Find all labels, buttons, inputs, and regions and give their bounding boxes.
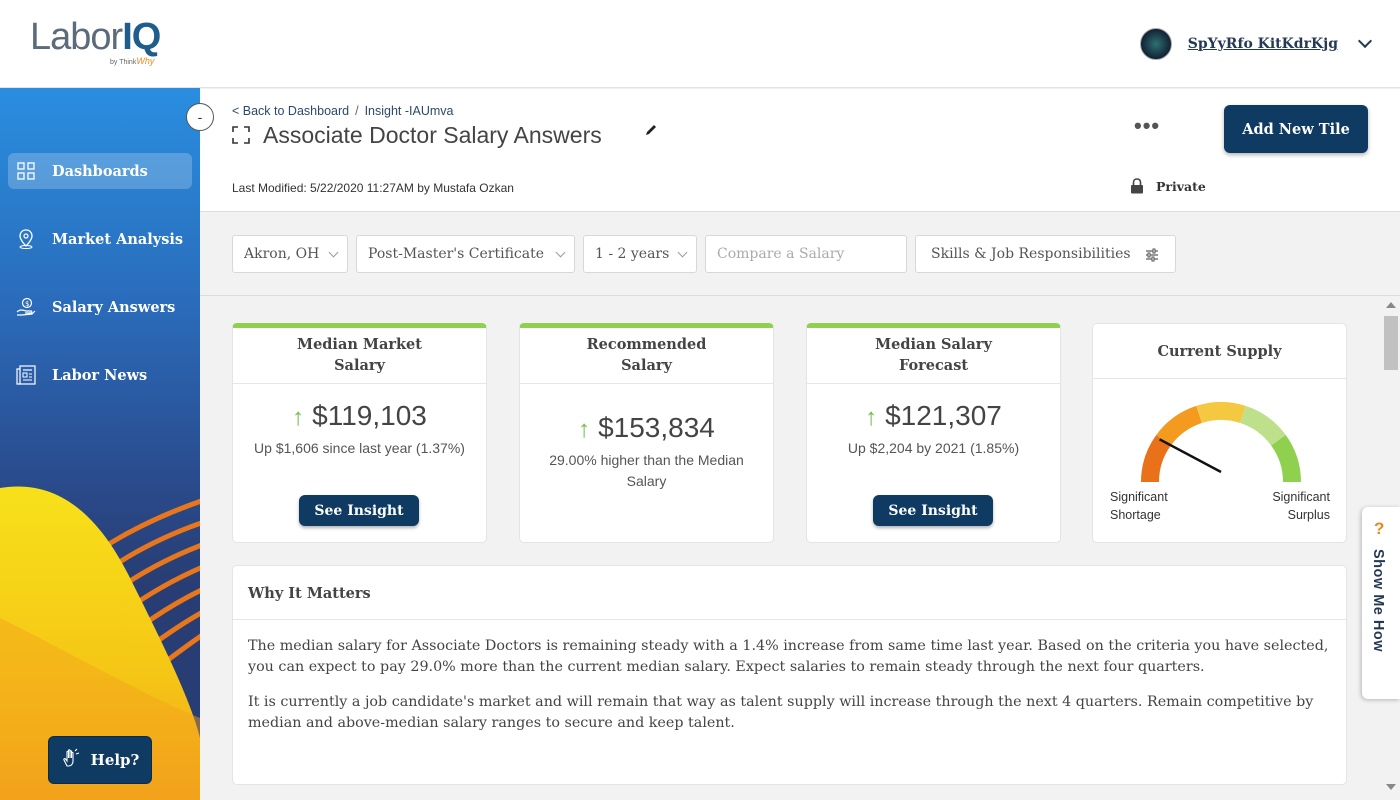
scrollbar-thumb[interactable]: [1384, 316, 1398, 370]
experience-select[interactable]: 1 - 2 years: [583, 235, 697, 273]
newspaper-icon: [16, 365, 36, 385]
add-new-tile-button[interactable]: Add New Tile: [1224, 105, 1368, 153]
why-it-matters-panel: Why It Matters The median salary for Ass…: [232, 565, 1347, 785]
card-subtext: 29.00% higher than the Median Salary: [549, 452, 744, 489]
page-header: < Back to Dashboard / Insight -IAUmva Asso…: [200, 89, 1400, 212]
show-me-how-label: Show Me How: [1370, 549, 1386, 652]
logo-subtitle: by ThinkWhy: [110, 56, 155, 66]
gauge-segment: [1156, 405, 1202, 446]
gauge-segment: [1240, 405, 1286, 446]
card-title: Recommended Salary: [520, 328, 773, 384]
sidebar: Dashboards Market Analysis $ Salary Answ…: [0, 88, 200, 800]
skills-responsibilities-button[interactable]: Skills & Job Responsibilities: [915, 235, 1176, 273]
filter-bar: Akron, OH Post-Master's Certificate 1 - …: [200, 212, 1400, 296]
edit-pencil-icon[interactable]: [644, 123, 658, 142]
hand-wave-icon: [61, 748, 81, 772]
chevron-down-icon[interactable]: [1357, 33, 1373, 49]
gauge-segment: [1196, 402, 1246, 424]
shortage-label: Significant Shortage: [1110, 490, 1168, 522]
median-market-salary-card: Median Market Salary ↑ $119,103 Up $1,606 …: [232, 323, 487, 543]
last-modified-text: Last Modified: 5/22/2020 11:27AM by Must…: [232, 181, 514, 195]
chevron-down-icon: [328, 247, 339, 258]
avatar[interactable]: [1139, 28, 1172, 60]
sidebar-item-label: Labor News: [52, 366, 148, 384]
card-subtext: Up $2,204 by 2021 (1.85%): [847, 440, 1020, 456]
card-title: Median Salary Forecast: [807, 328, 1060, 384]
gauge-needle: [1158, 438, 1222, 474]
help-label: Help?: [90, 751, 140, 769]
scroll-up-arrow[interactable]: [1386, 302, 1396, 308]
help-button[interactable]: Help?: [48, 736, 152, 784]
why-paragraph: It is currently a job candidate's market…: [248, 694, 1314, 731]
sidebar-item-market-analysis[interactable]: Market Analysis: [8, 221, 192, 257]
sidebar-item-salary-answers[interactable]: $ Salary Answers: [8, 289, 192, 325]
education-select[interactable]: Post-Master's Certificate: [356, 235, 575, 273]
logo-text: LaborIQ: [30, 16, 161, 58]
sidebar-item-label: Market Analysis: [52, 230, 184, 248]
expand-icon[interactable]: [232, 126, 250, 144]
up-arrow-icon: ↑: [865, 404, 878, 431]
supply-gauge: [1141, 402, 1301, 482]
card-title: Median Market Salary: [233, 328, 486, 384]
question-mark-icon: ?: [1374, 519, 1385, 538]
top-header: LaborIQ by ThinkWhy SpYyRfo KitKdrKjg: [0, 0, 1400, 88]
more-options-button[interactable]: •••: [1134, 113, 1160, 139]
chevron-down-icon: [677, 247, 688, 258]
chevron-down-icon: [555, 247, 566, 258]
card-subtext: Up $1,606 since last year (1.37%): [254, 440, 465, 456]
sidebar-collapse-button[interactable]: -: [186, 103, 214, 131]
median-salary-forecast-card: Median Salary Forecast ↑ $121,307 Up $2,20…: [806, 323, 1061, 543]
up-arrow-icon: ↑: [578, 416, 591, 443]
page-title: Associate Doctor Salary Answers: [263, 122, 602, 148]
privacy-label: Private: [1156, 178, 1206, 194]
sliders-icon: [1146, 248, 1158, 262]
recommended-salary-card: Recommended Salary ↑ $153,834 29.00% highe…: [519, 323, 774, 543]
card-value: ↑ $121,307: [865, 400, 1002, 431]
show-me-how-tab[interactable]: ? Show Me How: [1362, 507, 1400, 699]
compare-salary-input[interactable]: Compare a Salary: [705, 235, 907, 273]
sidebar-item-dashboards[interactable]: Dashboards: [8, 153, 192, 189]
lock-icon: [1131, 178, 1143, 194]
up-arrow-icon: ↑: [292, 404, 305, 431]
sidebar-item-label: Dashboards: [52, 162, 148, 180]
location-select[interactable]: Akron, OH: [232, 235, 348, 273]
user-name-link[interactable]: SpYyRfo KitKdrKjg: [1188, 36, 1338, 52]
scroll-down-arrow[interactable]: [1386, 784, 1396, 790]
why-paragraph: The median salary for Associate Doctors …: [248, 638, 1329, 675]
content-area: Median Market Salary ↑ $119,103 Up $1,606 …: [200, 296, 1400, 800]
breadcrumb-current[interactable]: Insight -IAUmva: [365, 104, 454, 118]
current-supply-card: Current Supply Significant Shortage Signi…: [1092, 323, 1347, 543]
surplus-label: Significant Surplus: [1272, 490, 1330, 522]
user-menu[interactable]: SpYyRfo KitKdrKjg: [1139, 27, 1373, 61]
map-pin-icon: [16, 229, 36, 249]
card-title: Current Supply: [1093, 324, 1346, 379]
svg-text:$: $: [25, 300, 29, 308]
see-insight-button[interactable]: See Insight: [299, 495, 419, 526]
dashboard-grid-icon: [16, 161, 36, 181]
panel-title: Why It Matters: [233, 566, 1346, 620]
breadcrumb-back-link[interactable]: < Back to Dashboard: [232, 104, 349, 118]
salary-hand-icon: $: [16, 297, 36, 317]
laboriq-logo[interactable]: LaborIQ by ThinkWhy: [30, 16, 180, 72]
card-value: ↑ $153,834: [578, 412, 715, 443]
privacy-toggle[interactable]: Private: [1130, 178, 1206, 194]
sidebar-item-labor-news[interactable]: Labor News: [8, 357, 192, 393]
sidebar-item-label: Salary Answers: [52, 298, 176, 316]
see-insight-button[interactable]: See Insight: [873, 495, 993, 526]
breadcrumb: < Back to Dashboard / Insight -IAUmva: [232, 104, 454, 118]
card-value: ↑ $119,103: [292, 400, 427, 431]
